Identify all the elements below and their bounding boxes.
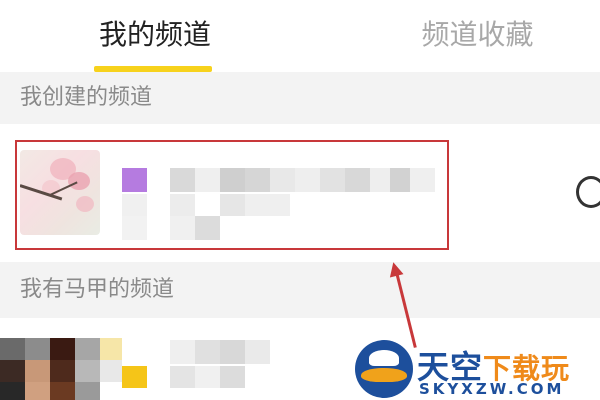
section-title-created: 我创建的频道 [20,85,153,110]
top-tab-bar: 我的频道 频道收藏 [0,0,600,72]
section-header-alt: 我有马甲的频道 [0,262,600,318]
tab-my-channels[interactable]: 我的频道 [80,0,230,72]
watermark-logo-icon [355,340,413,398]
watermark: 天空下载玩 SKYXZW.COM [355,340,600,400]
highlight-box [15,140,449,250]
tab-channel-favorites[interactable]: 频道收藏 [400,0,555,72]
section-title-alt: 我有马甲的频道 [20,277,175,302]
chat-bubble-icon[interactable] [576,176,600,208]
watermark-subtitle: SKYXZW.COM [419,380,565,398]
section-header-created: 我创建的频道 [0,72,600,124]
